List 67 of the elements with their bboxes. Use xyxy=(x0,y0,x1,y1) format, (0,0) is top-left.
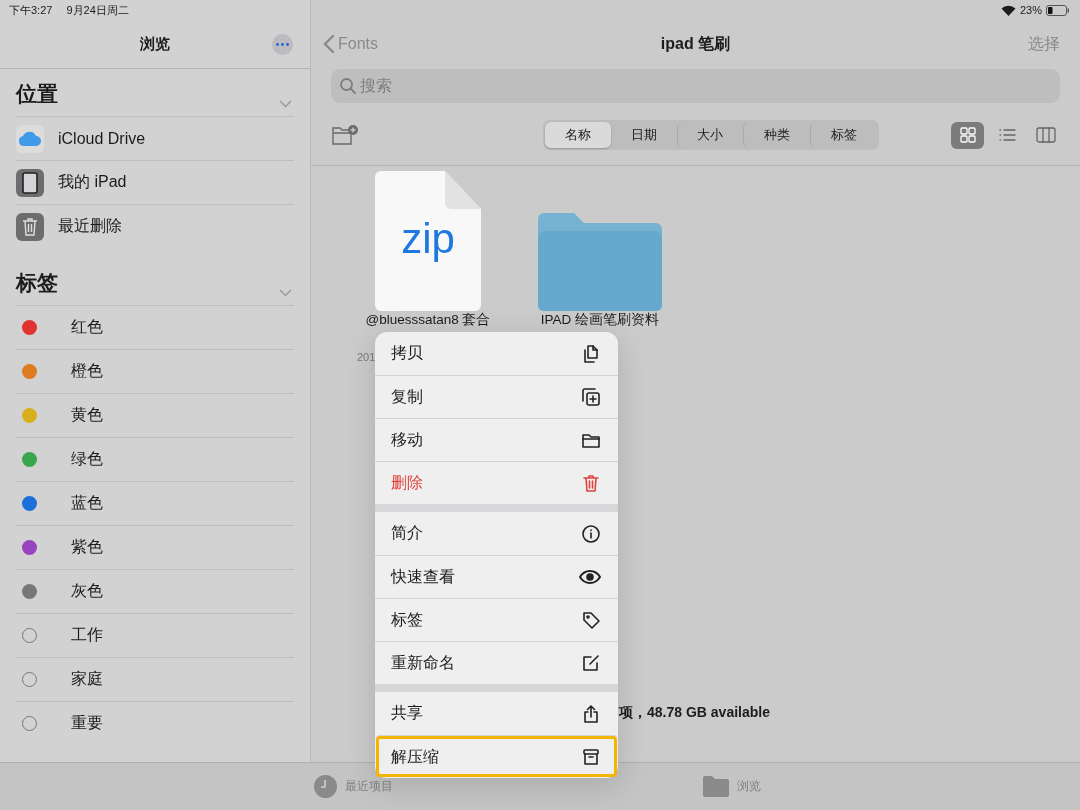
storage-info: 项，48.78 GB available xyxy=(619,704,770,720)
file-type-label: zip xyxy=(401,215,455,262)
eye-icon xyxy=(579,567,601,587)
sidebar-item[interactable]: 重要 xyxy=(71,713,103,734)
sidebar-item[interactable]: 红色 xyxy=(71,317,103,338)
file-date: 201 xyxy=(357,351,376,363)
chevron-left-icon xyxy=(323,34,335,54)
menu-item[interactable]: 快速查看 xyxy=(375,555,618,598)
sidebar-item[interactable]: iCloud Drive xyxy=(58,129,146,148)
menu-item[interactable]: 标签 xyxy=(375,598,618,641)
compose-icon xyxy=(581,653,601,673)
search-icon xyxy=(339,77,357,95)
folder-name: IPAD 绘画笔刷资料 xyxy=(540,312,660,327)
tablet-icon xyxy=(16,168,44,197)
clock-icon xyxy=(314,775,337,798)
menu-item[interactable]: 移动 xyxy=(375,418,618,461)
menu-item[interactable]: 复制 xyxy=(375,375,618,418)
duplicate-icon xyxy=(581,387,601,407)
section-title: 标签 xyxy=(16,270,58,296)
file-name: @bluesssatan8 套合 xyxy=(365,312,491,327)
tag-icon xyxy=(581,610,601,630)
wifi-icon xyxy=(1000,4,1016,16)
status-time: 下午3:27 xyxy=(9,2,53,18)
grid-view-icon[interactable] xyxy=(951,121,984,149)
sort-tab[interactable]: 种类 xyxy=(743,122,811,148)
menu-item[interactable]: 拷贝 xyxy=(375,332,618,375)
chevron-icon[interactable] xyxy=(279,289,292,297)
info-icon xyxy=(581,523,601,544)
sort-tab[interactable]: 大小 xyxy=(676,122,744,148)
sidebar-item[interactable]: 最近删除 xyxy=(58,216,122,237)
cloud-icon xyxy=(16,124,44,153)
folder-icon xyxy=(703,776,729,797)
folder-title: ipad 笔刷 xyxy=(660,34,731,52)
sidebar-item[interactable]: 蓝色 xyxy=(71,493,103,514)
search-field[interactable]: 搜索 xyxy=(331,69,1060,103)
sidebar-item[interactable]: 工作 xyxy=(71,625,103,646)
section-title: 位置 xyxy=(16,81,58,107)
sidebar-item[interactable]: 黄色 xyxy=(71,405,103,426)
sort-tab[interactable]: 标签 xyxy=(810,122,877,148)
chevron-icon[interactable] xyxy=(279,100,292,108)
sidebar-item[interactable]: 绿色 xyxy=(71,449,103,470)
sort-tab[interactable]: 名称 xyxy=(545,122,611,148)
document-icon[interactable] xyxy=(375,171,481,311)
status-date: 9月24日周二 xyxy=(66,2,129,18)
sidebar-item[interactable]: 家庭 xyxy=(71,669,103,690)
documents-icon xyxy=(581,343,601,364)
trash-icon xyxy=(581,473,601,493)
trash-icon xyxy=(16,212,44,241)
share-icon xyxy=(581,703,601,724)
folder-icon[interactable] xyxy=(538,213,662,311)
more-button[interactable] xyxy=(272,34,293,55)
sidebar-title: 浏览 xyxy=(140,34,170,54)
menu-item[interactable]: 删除 xyxy=(375,461,618,504)
battery-percent: 23% xyxy=(1019,4,1042,16)
menu-item[interactable]: 共享 xyxy=(375,692,618,735)
sidebar-item[interactable]: 紫色 xyxy=(71,537,103,558)
battery-icon xyxy=(1046,4,1070,16)
menu-item[interactable]: 重新命名 xyxy=(375,641,618,684)
sidebar-item[interactable]: 我的 iPad xyxy=(58,172,127,193)
sidebar-item[interactable]: 灰色 xyxy=(71,581,103,602)
archive-box-icon xyxy=(581,747,601,767)
sidebar-item[interactable]: 橙色 xyxy=(71,361,103,382)
menu-item[interactable]: 解压缩 xyxy=(375,735,618,778)
new-folder-icon[interactable] xyxy=(331,124,361,146)
ellipsis-icon xyxy=(276,43,289,46)
menu-item[interactable]: 简介 xyxy=(375,512,618,555)
sort-tab[interactable]: 日期 xyxy=(610,122,677,148)
